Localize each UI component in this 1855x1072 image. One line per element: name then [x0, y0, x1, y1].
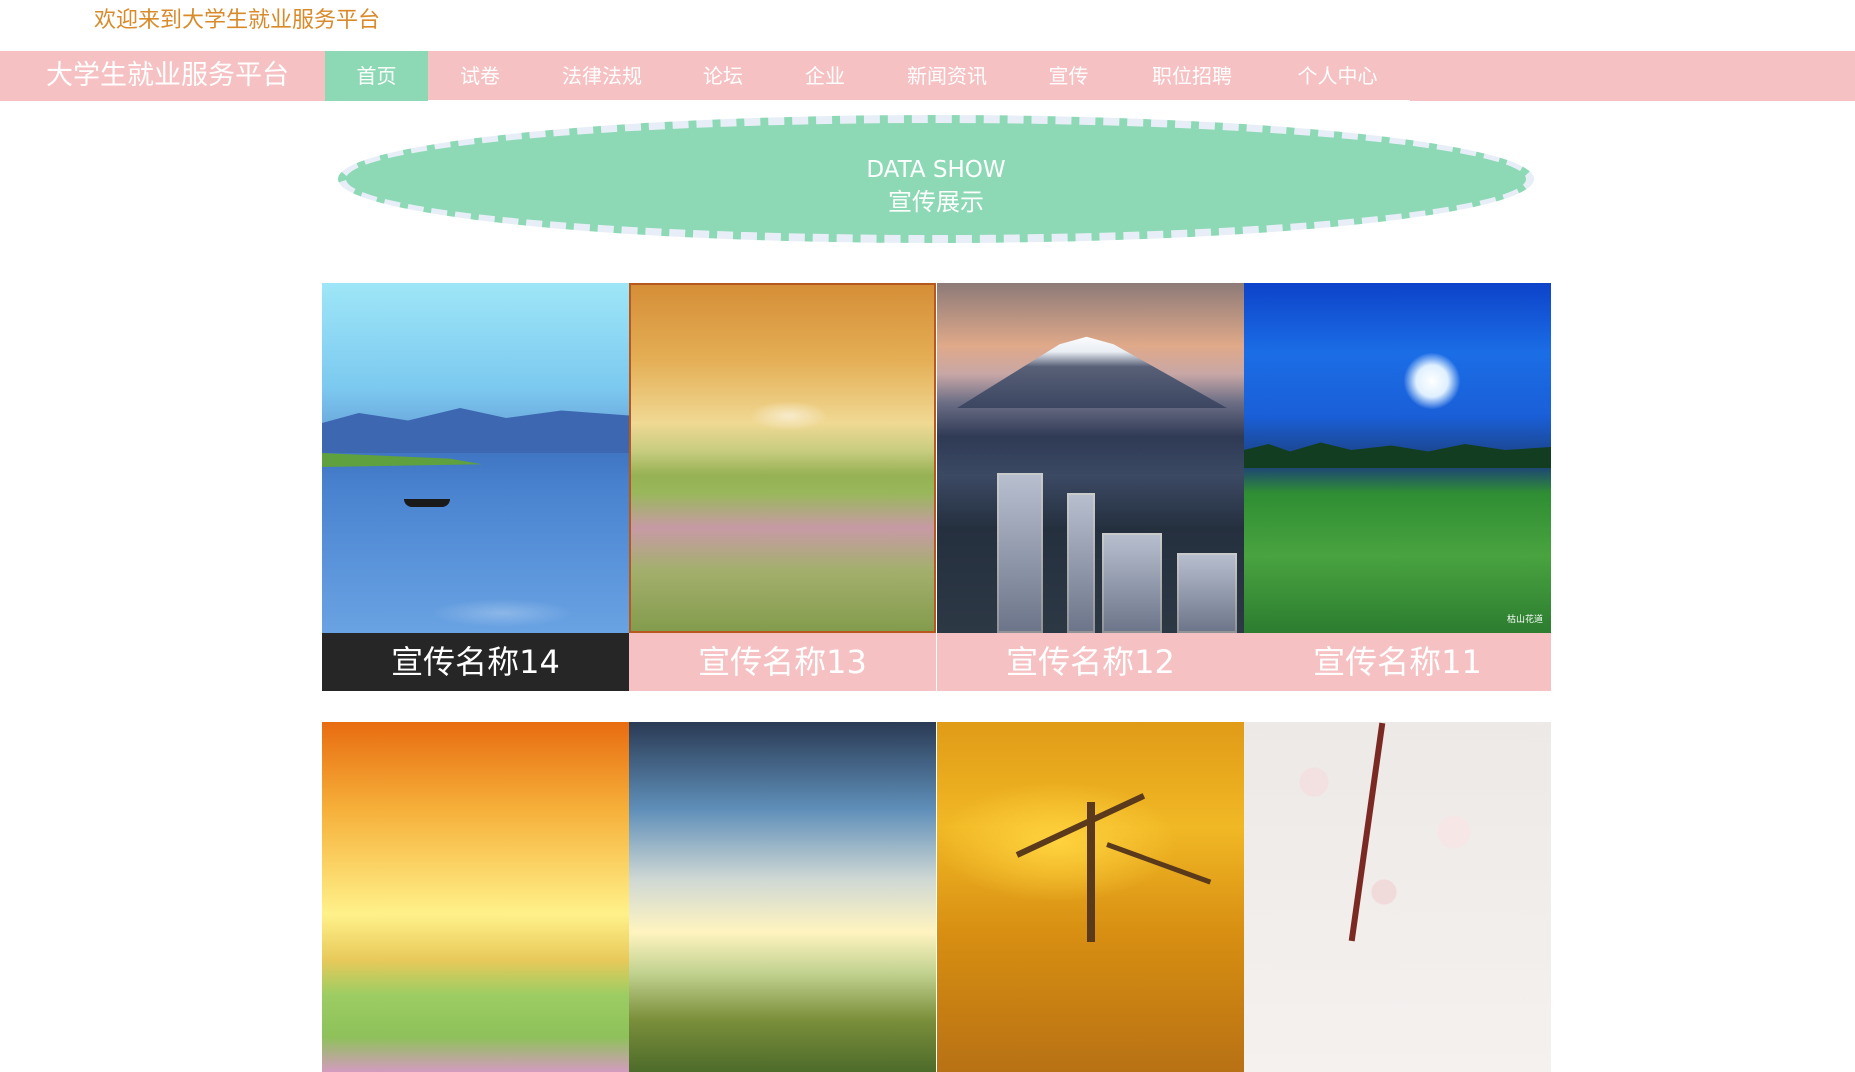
nav-item-promotion[interactable]: 宣传	[1018, 51, 1119, 101]
autumn-trees-image	[937, 722, 1244, 1072]
promotion-card-title: 宣传名称14	[322, 633, 629, 691]
promotion-card[interactable]	[322, 722, 629, 1072]
section-title-zh: 宣传展示	[888, 188, 984, 216]
promotion-card[interactable]	[629, 722, 936, 1072]
promotion-card-title: 宣传名称12	[937, 633, 1244, 691]
promotion-card[interactable]: 宣传名称14	[322, 283, 629, 691]
section-title-en: DATA SHOW	[866, 157, 1006, 183]
nav-item-profile[interactable]: 个人中心	[1265, 51, 1410, 101]
nav-item-laws[interactable]: 法律法规	[532, 51, 672, 101]
nav-item-jobs[interactable]: 职位招聘	[1119, 51, 1265, 101]
cherry-blossom-image	[1244, 722, 1551, 1072]
welcome-text: 欢迎来到大学生就业服务平台	[94, 8, 381, 33]
cloudy-sky-image	[629, 722, 936, 1072]
flower-field-image	[629, 283, 936, 633]
nav-item-exam[interactable]: 试卷	[428, 51, 532, 101]
nav-menu: 首页 试卷 法律法规 论坛 企业 新闻资讯 宣传 职位招聘 个人中心	[325, 51, 1410, 101]
promotion-card[interactable]: 宣传名称12	[937, 283, 1244, 691]
promotion-card-title: 宣传名称13	[629, 633, 936, 691]
section-title-badge: DATA SHOW 宣传展示	[338, 115, 1534, 243]
top-navbar: 大学生就业服务平台 首页 试卷 法律法规 论坛 企业 新闻资讯 宣传 职位招聘 …	[0, 51, 1855, 101]
nav-item-news[interactable]: 新闻资讯	[876, 51, 1018, 101]
lake-boat-image	[322, 283, 629, 633]
promotion-card[interactable]: 枯山花道 宣传名称11	[1244, 283, 1551, 691]
mountain-city-image	[937, 283, 1244, 633]
promotion-card[interactable]: 宣传名称13	[629, 283, 936, 691]
promotion-card-title: 宣传名称11	[1244, 633, 1551, 691]
moonlit-meadow-image: 枯山花道	[1244, 283, 1551, 633]
sunset-field-image	[322, 722, 629, 1072]
nav-item-company[interactable]: 企业	[774, 51, 876, 101]
promotion-card[interactable]	[1244, 722, 1551, 1072]
nav-item-home[interactable]: 首页	[325, 51, 428, 101]
promotion-card[interactable]	[937, 722, 1244, 1072]
image-watermark: 枯山花道	[1506, 615, 1543, 625]
site-brand[interactable]: 大学生就业服务平台	[46, 51, 289, 101]
nav-item-forum[interactable]: 论坛	[672, 51, 774, 101]
